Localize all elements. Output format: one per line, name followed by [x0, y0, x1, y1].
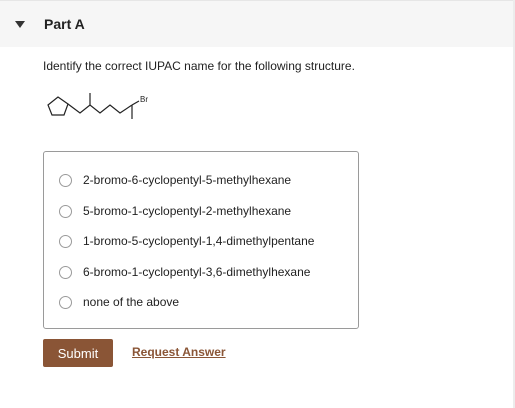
option-label: 1-bromo-5-cyclopentyl-1,4-dimethylpentan… — [83, 234, 315, 248]
option-4[interactable]: 6-bromo-1-cyclopentyl-3,6-dimethylhexane — [59, 262, 310, 282]
bromine-label: Br — [140, 95, 148, 104]
answer-options: 2-bromo-6-cyclopentyl-5-methylhexane 5-b… — [43, 151, 359, 329]
option-label: 5-bromo-1-cyclopentyl-2-methylhexane — [83, 204, 292, 218]
option-label: none of the above — [83, 295, 180, 309]
carbon-chain — [67, 103, 133, 114]
option-1[interactable]: 2-bromo-6-cyclopentyl-5-methylhexane — [59, 170, 291, 190]
request-answer-link[interactable]: Request Answer — [132, 345, 226, 359]
option-label: 2-bromo-6-cyclopentyl-5-methylhexane — [83, 173, 292, 187]
option-3[interactable]: 1-bromo-5-cyclopentyl-1,4-dimethylpentan… — [59, 231, 314, 251]
question-prompt: Identify the correct IUPAC name for the … — [43, 59, 355, 73]
option-2[interactable]: 5-bromo-1-cyclopentyl-2-methylhexane — [59, 201, 291, 221]
radio-button[interactable] — [59, 204, 72, 218]
radio-button[interactable] — [59, 234, 72, 248]
submit-button[interactable]: Submit — [43, 339, 113, 367]
part-title: Part A — [44, 16, 85, 32]
radio-button[interactable] — [59, 173, 72, 187]
radio-button[interactable] — [59, 295, 72, 309]
bromine-bond — [131, 100, 140, 106]
caret-down-icon[interactable] — [15, 21, 25, 28]
option-label: 6-bromo-1-cyclopentyl-3,6-dimethylhexane — [83, 265, 311, 279]
option-5[interactable]: none of the above — [59, 292, 179, 312]
chemical-structure: Br — [47, 93, 148, 119]
part-header: Part A — [0, 0, 515, 47]
radio-button[interactable] — [59, 265, 72, 279]
cyclopentane-ring — [47, 96, 69, 116]
